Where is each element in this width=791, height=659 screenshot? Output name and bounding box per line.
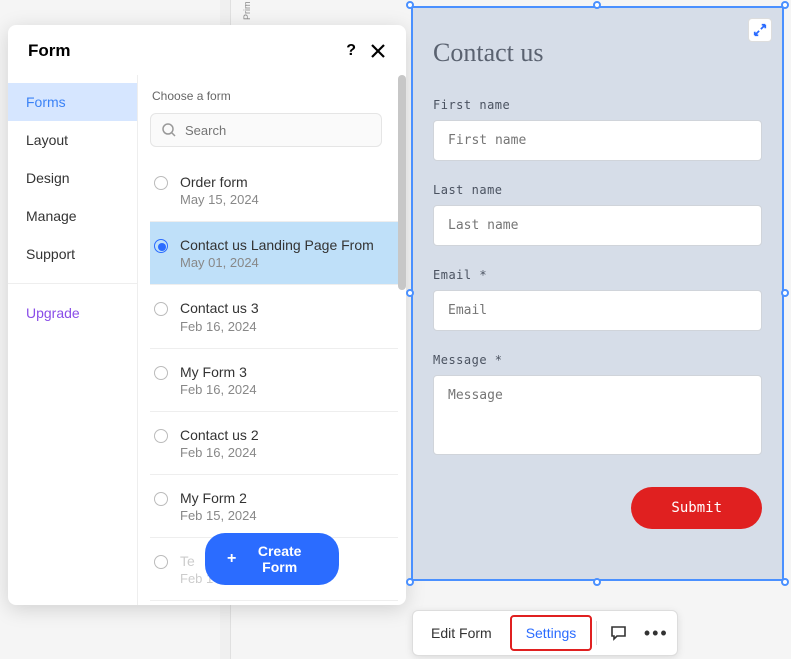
scrollbar-thumb[interactable] [398, 75, 406, 290]
toolbar-divider [596, 621, 597, 645]
panel-header-actions: ? [346, 42, 386, 60]
form-row[interactable]: Contact us Landing Page From May 01, 202… [150, 222, 398, 285]
field-first-name: First name [433, 98, 762, 161]
radio-button[interactable] [154, 239, 168, 253]
last-name-label: Last name [433, 183, 762, 197]
submit-button[interactable]: Submit [631, 487, 762, 529]
comment-icon[interactable] [601, 616, 635, 650]
form-name: Contact us 2 [180, 426, 388, 444]
edit-form-button[interactable]: Edit Form [417, 615, 506, 651]
search-box[interactable] [150, 113, 382, 147]
element-toolbar: Edit Form Settings ••• [412, 610, 678, 656]
close-icon[interactable] [370, 43, 386, 59]
form-preview-selection[interactable]: Contact us First name Last name Email * … [411, 6, 784, 581]
resize-handle-rm[interactable] [781, 289, 789, 297]
create-form-button[interactable]: + Create Form [205, 533, 339, 585]
choose-form-label: Choose a form [150, 89, 406, 103]
settings-button[interactable]: Settings [510, 615, 593, 651]
radio-button[interactable] [154, 429, 168, 443]
more-options-icon[interactable]: ••• [639, 616, 673, 650]
create-form-label: Create Form [242, 543, 317, 575]
form-row[interactable]: My Form 3 Feb 16, 2024 [150, 349, 398, 412]
resize-handle-bm[interactable] [593, 578, 601, 586]
radio-button[interactable] [154, 366, 168, 380]
panel-content: Choose a form Order form May 15, 2024 [138, 75, 406, 605]
radio-button[interactable] [154, 492, 168, 506]
search-icon [161, 122, 177, 138]
form-row[interactable]: Order form May 15, 2024 [150, 159, 398, 222]
field-email: Email * [433, 268, 762, 331]
first-name-label: First name [433, 98, 762, 112]
help-icon[interactable]: ? [346, 42, 356, 60]
search-input[interactable] [185, 123, 371, 138]
form-row[interactable]: Contact us 3 Feb 16, 2024 [150, 285, 398, 348]
resize-handle-bl[interactable] [406, 578, 414, 586]
form-date: Feb 16, 2024 [180, 319, 388, 334]
form-date: Feb 16, 2024 [180, 382, 388, 397]
first-name-input[interactable] [433, 120, 762, 161]
plus-icon: + [227, 550, 236, 568]
panel-sidebar: Forms Layout Design Manage Support Upgra… [8, 75, 138, 605]
sidebar-item-forms[interactable]: Forms [8, 83, 137, 121]
field-message: Message * [433, 353, 762, 460]
sidebar-divider [8, 283, 137, 284]
expand-button[interactable] [748, 18, 772, 42]
message-textarea[interactable] [433, 375, 762, 455]
contact-form-title: Contact us [433, 38, 762, 68]
form-date: Feb 15, 2024 [180, 508, 388, 523]
form-date: May 01, 2024 [180, 255, 388, 270]
message-label: Message * [433, 353, 762, 367]
radio-button[interactable] [154, 176, 168, 190]
radio-button[interactable] [154, 302, 168, 316]
panel-body: Forms Layout Design Manage Support Upgra… [8, 75, 406, 605]
form-row[interactable]: My Form 2 Feb 15, 2024 [150, 475, 398, 538]
canvas-section-label: Prim [242, 2, 252, 21]
radio-button[interactable] [154, 555, 168, 569]
form-date: Feb 16, 2024 [180, 445, 388, 460]
email-label: Email * [433, 268, 762, 282]
resize-handle-br[interactable] [781, 578, 789, 586]
form-row[interactable]: Contact us 2 Feb 16, 2024 [150, 412, 398, 475]
sidebar-upgrade[interactable]: Upgrade [8, 294, 137, 332]
form-date: May 15, 2024 [180, 192, 388, 207]
sidebar-item-manage[interactable]: Manage [8, 197, 137, 235]
form-name: My Form 2 [180, 489, 388, 507]
sidebar-item-design[interactable]: Design [8, 159, 137, 197]
form-name: Order form [180, 173, 388, 191]
panel-header: Form ? [8, 25, 406, 75]
form-settings-panel: Form ? Forms Layout Design Manage Suppor… [8, 25, 406, 605]
field-last-name: Last name [433, 183, 762, 246]
form-name: Contact us 3 [180, 299, 388, 317]
form-name: My Form 3 [180, 363, 388, 381]
form-name: Contact us Landing Page From [180, 236, 388, 254]
last-name-input[interactable] [433, 205, 762, 246]
email-input[interactable] [433, 290, 762, 331]
sidebar-item-support[interactable]: Support [8, 235, 137, 273]
panel-title: Form [28, 41, 71, 61]
sidebar-item-layout[interactable]: Layout [8, 121, 137, 159]
resize-handle-tr[interactable] [781, 1, 789, 9]
contact-form: Contact us First name Last name Email * … [413, 8, 782, 579]
